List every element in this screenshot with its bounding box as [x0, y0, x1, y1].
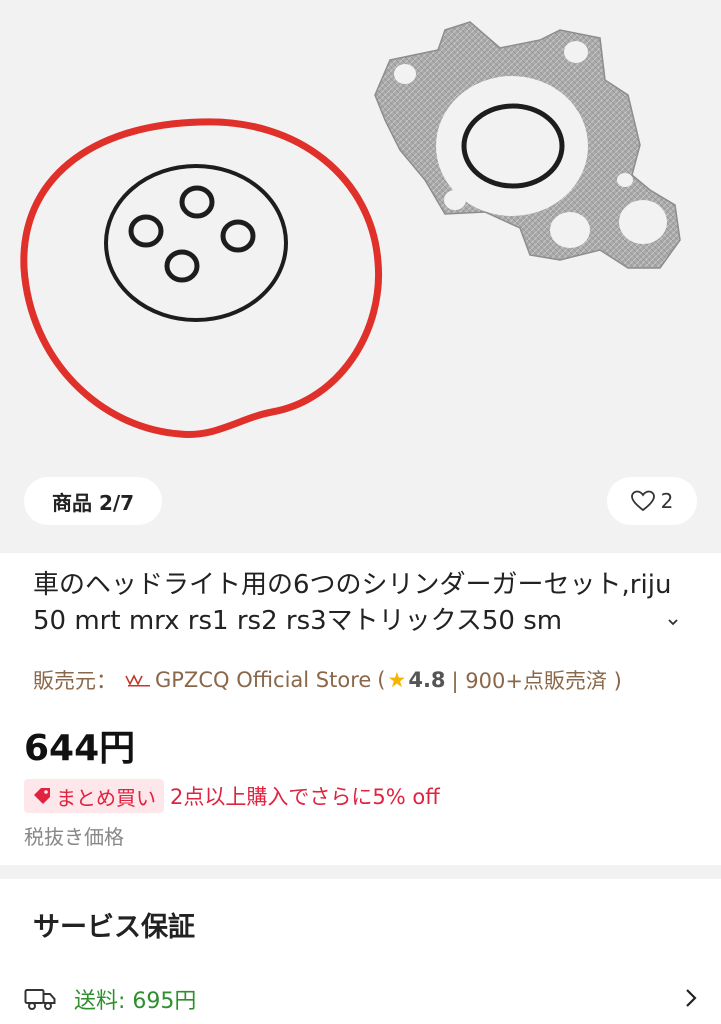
bulk-discount-text: 2点以上購入でさらに5% off — [170, 785, 440, 809]
bulk-discount[interactable]: まとめ買い 2点以上購入でさらに5% off — [24, 779, 440, 813]
sold-count: | 900+点販売済 ) — [451, 669, 622, 693]
seller-info[interactable]: 販売元： GPZCQ Official Store ( ★ 4.8 | 900+… — [33, 665, 622, 695]
star-icon: ★ — [387, 668, 407, 692]
chevron-right-icon[interactable] — [684, 987, 698, 1009]
service-title: サービス保証 — [33, 912, 195, 943]
truck-icon — [24, 989, 56, 1010]
image-counter: 商品 2/7 — [24, 477, 163, 525]
bulk-badge: まとめ買い — [24, 779, 164, 813]
bulk-badge-label: まとめ買い — [56, 785, 156, 810]
wishlist-button[interactable]: 2 — [607, 477, 697, 525]
product-image — [20, 21, 681, 439]
service-guarantee: サービス保証 送料: 695円 — [0, 879, 721, 1024]
product-price: 644円 — [24, 728, 136, 769]
seller-name[interactable]: GPZCQ Official Store — [155, 668, 371, 692]
section-divider — [0, 865, 721, 879]
chevron-down-icon[interactable] — [662, 611, 684, 633]
tax-note: 税抜き価格 — [24, 825, 124, 849]
wishlist-count: 2 — [660, 489, 674, 513]
seller-prefix: 販売元： — [33, 669, 117, 693]
store-logo-icon — [125, 674, 150, 687]
shipping-fee: 送料: 695円 — [74, 989, 197, 1014]
tag-icon — [34, 788, 50, 804]
product-image-gallery[interactable]: 商品 2/7 2 — [0, 0, 721, 553]
product-title[interactable]: 車のヘッドライト用の6つのシリンダーガーセット,riju 50 mrt mrx … — [33, 567, 693, 639]
seller-paren: ( — [377, 668, 386, 692]
heart-icon — [630, 490, 655, 512]
shipping-row[interactable]: 送料: 695円 — [24, 979, 704, 1019]
seller-rating: 4.8 — [408, 668, 446, 692]
image-counter-label: 商品 2/7 — [52, 490, 135, 515]
product-info: 車のヘッドライト用の6つのシリンダーガーセット,riju 50 mrt mrx … — [0, 553, 721, 865]
